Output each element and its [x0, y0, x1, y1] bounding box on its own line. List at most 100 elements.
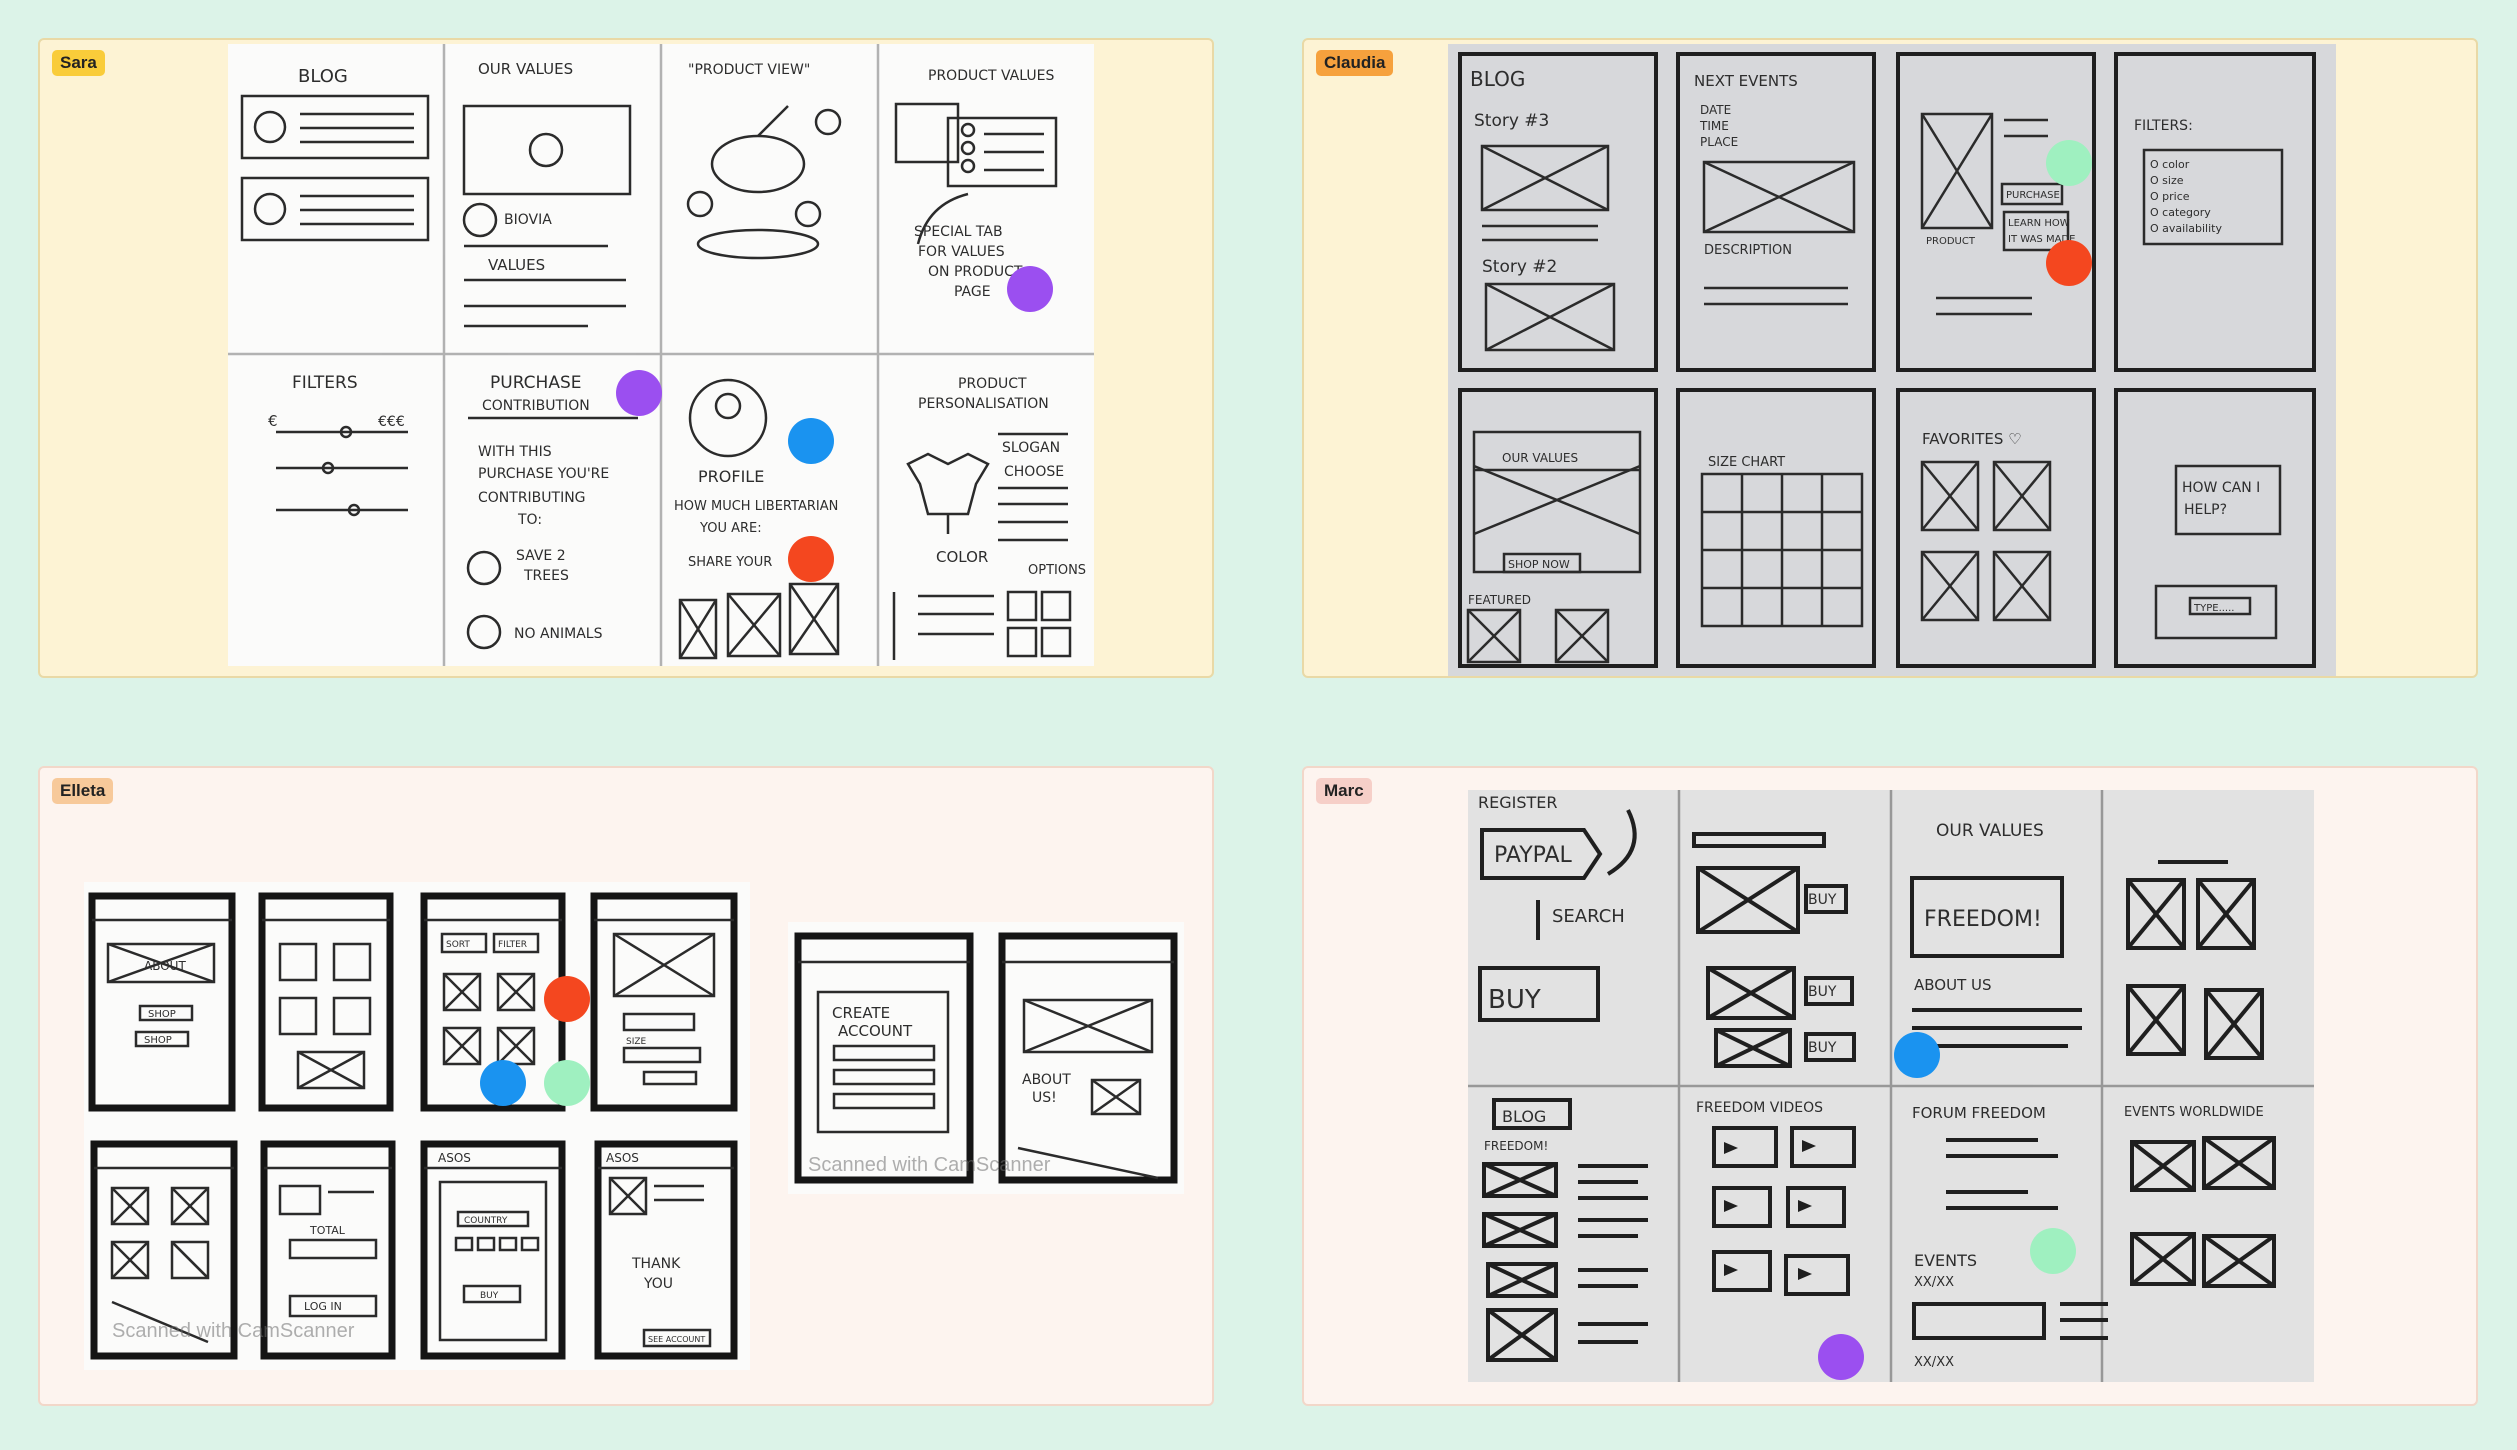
- sketch-text: PURCHASE YOU'RE: [478, 466, 609, 482]
- sketch-text: BUY: [480, 1291, 499, 1301]
- sketch-text: FREEDOM!: [1924, 907, 2042, 932]
- sketch-photo-elleta-main[interactable]: ABOUT SHOP SHOP SORT FILTER SIZE TOTAL L…: [84, 882, 750, 1370]
- sketch-text: BUY: [1808, 984, 1837, 1000]
- sketch-text: ACCOUNT: [838, 1022, 913, 1040]
- sketch-text: SIZE: [626, 1037, 647, 1047]
- sketch-text: ASOS: [438, 1151, 471, 1165]
- sketch-text: PLACE: [1700, 135, 1738, 149]
- sketch-photo-sara[interactable]: BLOG OUR VALUES BIOVIA VALUES "PRODUCT V…: [228, 44, 1094, 666]
- sketch-text: YOU: [643, 1276, 673, 1292]
- sketch-text: SAVE 2: [516, 548, 566, 564]
- vote-dot-green[interactable]: [544, 1060, 590, 1106]
- sketch-text: "PRODUCT VIEW": [688, 62, 810, 78]
- sketch-text: OUR VALUES: [478, 60, 573, 78]
- sketch-text: SIZE CHART: [1708, 455, 1785, 470]
- vote-dot-red[interactable]: [2046, 240, 2092, 286]
- sketch-text: FAVORITES ♡: [1922, 430, 2022, 448]
- frame-marc[interactable]: Marc REGISTER PAYPAL SEARCH BUY BUY BUY …: [1302, 766, 2478, 1406]
- vote-dot-blue[interactable]: [1894, 1032, 1940, 1078]
- sketch-text: BUY: [1808, 1040, 1837, 1056]
- vote-dot-purple[interactable]: [1818, 1334, 1864, 1380]
- camscanner-watermark: Scanned with CamScanner: [808, 1154, 1051, 1176]
- vote-dot-blue[interactable]: [480, 1060, 526, 1106]
- sketch-text: SHOP: [148, 1009, 176, 1020]
- sketch-text: TREES: [523, 568, 569, 584]
- sketch-text: CONTRIBUTING: [478, 490, 586, 506]
- sketch-text: FREEDOM!: [1484, 1139, 1548, 1153]
- sketch-text: TYPE.....: [2193, 603, 2234, 614]
- sketch-text: COUNTRY: [464, 1216, 508, 1226]
- sketch-text: HELP?: [2184, 502, 2227, 518]
- sketch-text: WITH THIS: [478, 444, 552, 460]
- sketch-text: FREEDOM VIDEOS: [1696, 1100, 1823, 1116]
- vote-dot-green[interactable]: [2030, 1228, 2076, 1274]
- sketch-text: ASOS: [606, 1151, 639, 1165]
- frame-elleta[interactable]: Elleta ABOUT SHOP SHOP SORT FILTER SIZE …: [38, 766, 1214, 1406]
- sketch-text: EVENTS: [1914, 1251, 1977, 1270]
- vote-dot-red[interactable]: [544, 976, 590, 1022]
- sketch-text: PROFILE: [698, 467, 764, 486]
- vote-dot-green[interactable]: [2046, 140, 2092, 186]
- sketch-text: SORT: [446, 940, 470, 950]
- sketch-text: HOW MUCH LIBERTARIAN: [674, 499, 838, 514]
- frame-label-elleta: Elleta: [52, 778, 114, 804]
- vote-dot-red[interactable]: [788, 536, 834, 582]
- frame-sara[interactable]: Sara BLOG OUR VALUES BIOVIA VALUES "PROD…: [38, 38, 1214, 678]
- sketch-text: PRODUCT: [1926, 236, 1976, 247]
- vote-dot-purple[interactable]: [616, 370, 662, 416]
- sketch-text: FILTERS: [292, 373, 358, 393]
- sketch-text: PURCHASE: [490, 373, 581, 393]
- frame-label-claudia: Claudia: [1316, 50, 1394, 76]
- frame-claudia[interactable]: Claudia BLOG Story #3 Story #2 NEXT EVEN…: [1302, 38, 2478, 678]
- sketch-text: SHARE YOUR: [688, 555, 772, 570]
- sketch-text: ABOUT: [1022, 1072, 1071, 1088]
- vote-dot-blue[interactable]: [788, 418, 834, 464]
- sketch-text: Story #2: [1482, 257, 1557, 277]
- sketch-text: FEATURED: [1468, 593, 1531, 607]
- sketch-text: COLOR: [936, 548, 988, 566]
- sketch-text: BIOVIA: [504, 212, 552, 228]
- sketch-text: VALUES: [488, 256, 545, 274]
- sketch-text: SHOP: [144, 1035, 172, 1046]
- camscanner-watermark: Scanned with CamScanner: [112, 1320, 355, 1342]
- sketch-text: LEARN HOW: [2008, 218, 2070, 229]
- sketch-text: FORUM FREEDOM: [1912, 1104, 2046, 1122]
- sketch-text: BLOG: [1502, 1107, 1546, 1126]
- sketch-text: ABOUT: [144, 959, 186, 973]
- sketch-text: REGISTER: [1478, 793, 1558, 812]
- frame-label-sara: Sara: [52, 50, 105, 76]
- sketch-text: DESCRIPTION: [1704, 243, 1792, 258]
- sketch-text: EVENTS WORLDWIDE: [2124, 1105, 2264, 1120]
- sketch-text: OUR VALUES: [1936, 821, 2044, 841]
- sketch-text: CHOOSE: [1004, 464, 1064, 480]
- sketch-photo-elleta-small[interactable]: CREATE ACCOUNT ABOUT US! Scanned with Ca…: [788, 922, 1184, 1194]
- elleta-sketch-drawing: ABOUT SHOP SHOP SORT FILTER SIZE TOTAL L…: [88, 892, 738, 1360]
- sketch-text: FOR VALUES: [918, 244, 1005, 260]
- sara-sketch-drawing: BLOG OUR VALUES BIOVIA VALUES "PRODUCT V…: [228, 44, 1094, 666]
- sketch-text: THANK: [631, 1256, 681, 1272]
- sketch-text: PRODUCT VALUES: [928, 68, 1054, 84]
- sketch-text: XX/XX: [1914, 1355, 1954, 1370]
- vote-dot-purple[interactable]: [1007, 266, 1053, 312]
- sketch-text: O color: [2150, 158, 2190, 171]
- claudia-sketch-drawing: BLOG Story #3 Story #2 NEXT EVENTS DATE …: [1458, 52, 2316, 668]
- sketch-photo-marc[interactable]: REGISTER PAYPAL SEARCH BUY BUY BUY BUY O…: [1468, 790, 2314, 1382]
- sketch-text: BUY: [1808, 892, 1837, 908]
- sketch-text: SEARCH: [1552, 906, 1625, 927]
- sketch-text: BLOG: [1470, 67, 1525, 91]
- sketch-text: FILTER: [498, 940, 527, 950]
- sketch-text: O category: [2150, 206, 2211, 219]
- marc-sketch-drawing: REGISTER PAYPAL SEARCH BUY BUY BUY BUY O…: [1468, 790, 2314, 1382]
- frame-label-marc: Marc: [1316, 778, 1372, 804]
- sketch-text: O availability: [2150, 222, 2222, 235]
- sketch-text: TIME: [1699, 119, 1729, 133]
- sketch-text: ABOUT US: [1914, 976, 1992, 994]
- sketch-text: XX/XX: [1914, 1275, 1954, 1290]
- sketch-text: DATE: [1700, 103, 1731, 117]
- sketch-photo-claudia[interactable]: BLOG Story #3 Story #2 NEXT EVENTS DATE …: [1448, 44, 2336, 676]
- sketch-text: PAGE: [954, 284, 991, 300]
- sketch-text: FILTERS:: [2134, 118, 2193, 134]
- sketch-text: PERSONALISATION: [918, 396, 1049, 412]
- sketch-text: NEXT EVENTS: [1694, 72, 1798, 90]
- sketch-text: YOU ARE:: [699, 521, 762, 536]
